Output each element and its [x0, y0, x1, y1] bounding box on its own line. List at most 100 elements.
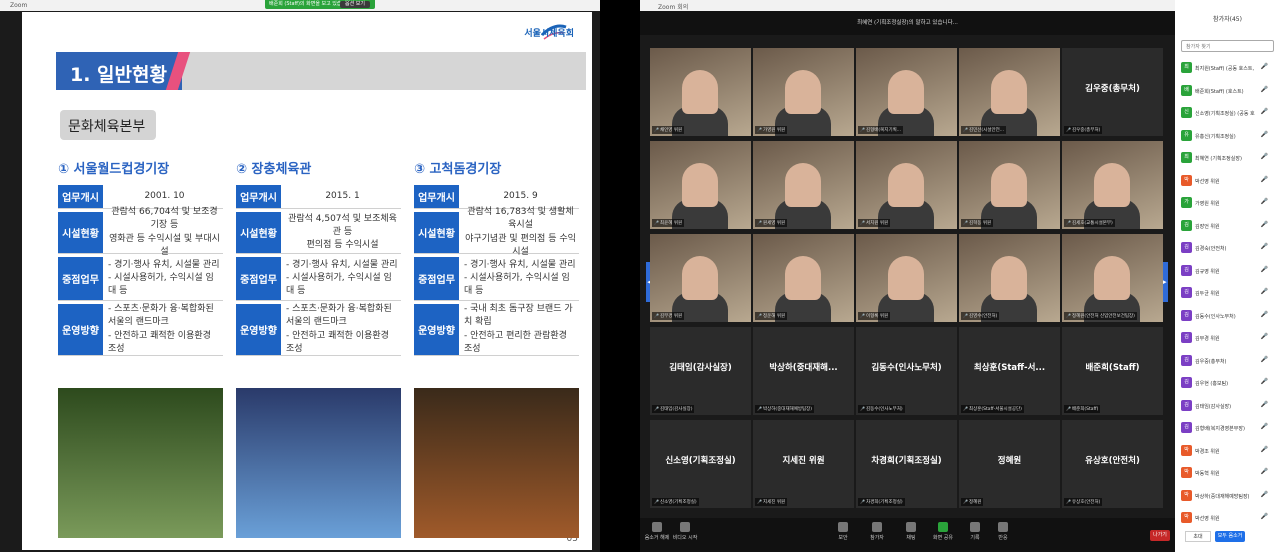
avatar: 김	[1181, 287, 1192, 298]
participant-tile[interactable]: 원세영 위원	[753, 141, 854, 229]
mic-muted-icon[interactable]: 🎤	[1261, 311, 1268, 318]
participant-item[interactable]: 최최지원(Staff) (공동 호스트, 나) 🎤	[1181, 60, 1276, 77]
participant-item[interactable]: 김 김규영 위원 🎤	[1181, 263, 1276, 280]
mic-muted-icon[interactable]: 🎤	[1261, 513, 1268, 520]
person-head	[682, 163, 718, 207]
mic-muted-icon[interactable]: 🎤	[1261, 288, 1268, 295]
share-screen-button[interactable]: 화면 공유	[930, 522, 956, 541]
participant-tile[interactable]: 차경희(기획조정실) 차경희(기획조정실)	[856, 420, 957, 508]
participant-search-input[interactable]: 참가자 찾기	[1181, 40, 1274, 52]
participant-item[interactable]: 김 김우현 (홍보팀) 🎤	[1181, 375, 1276, 392]
participant-tile[interactable]: 박상하(중대재해... 박상하(중대재해예방팀장)	[753, 327, 854, 415]
participant-tile[interactable]: 정혜원정혜원	[959, 420, 1060, 508]
mic-muted-icon[interactable]: 🎤	[1261, 333, 1268, 340]
mic-muted-icon[interactable]: 🎤	[1261, 63, 1268, 70]
mic-muted-icon[interactable]: 🎤	[1261, 378, 1268, 385]
participant-tile[interactable]: 유상호(안전처) 유상호(안전처)	[1062, 420, 1163, 508]
participant-tile[interactable]: 김영수(안전처)	[959, 234, 1060, 322]
mic-muted-icon[interactable]: 🎤	[1261, 401, 1268, 408]
participant-tile[interactable]: 김우중(총무처) 김우중(총무처)	[1062, 48, 1163, 136]
participant-tile[interactable]: 최윤혜 위원	[650, 141, 751, 229]
participant-item[interactable]: 박 박선영 위원 🎤	[1181, 510, 1276, 527]
venue-photo	[58, 388, 223, 538]
reactions-button[interactable]: 반응	[990, 522, 1016, 541]
participant-item[interactable]: 박 박동혁 위원 🎤	[1181, 465, 1276, 482]
avatar: 김	[1181, 219, 1192, 231]
mic-muted-icon[interactable]: 🎤	[1261, 221, 1268, 228]
participant-item[interactable]: 박 박선영 위원 🎤	[1181, 173, 1276, 190]
mic-muted-icon[interactable]: 🎤	[1261, 86, 1268, 93]
invite-button[interactable]: 초대	[1185, 531, 1211, 542]
participant-tile[interactable]: 신소영(기획조정실) 신소영(기획조정실)	[650, 420, 751, 508]
mic-muted-icon[interactable]: 🎤	[1261, 198, 1268, 205]
mic-muted-icon[interactable]: 🎤	[1261, 243, 1268, 250]
participant-tile[interactable]: 김태임(감사실장) 김태임(감사실장)	[650, 327, 751, 415]
mic-muted-icon[interactable]: 🎤	[1261, 446, 1268, 453]
participant-tile[interactable]: 정혜원(안전처 신입안전보건팀장)	[1062, 234, 1163, 322]
row-value: - 경기·행사 유치, 시설물 관리 - 시설사용허가, 수익시설 임대 등	[286, 259, 398, 297]
participant-item[interactable]: 김 김우중(총무처) 🎤	[1181, 353, 1276, 370]
avatar: 김	[1181, 309, 1192, 321]
row-key: 업무개시	[236, 185, 281, 208]
participant-item[interactable]: 김 김두균 위원 🎤	[1181, 285, 1276, 302]
participant-item[interactable]: 김 김동수(인사노무처) 🎤	[1181, 308, 1276, 325]
mute-all-button[interactable]: 모두 음소거	[1215, 531, 1245, 542]
participant-tile[interactable]: 서치원 위원	[856, 141, 957, 229]
participant-tile[interactable]: 지세진 위원지세진 위원	[753, 420, 854, 508]
participant-item[interactable]: 김 김형배(복지경영본부장) 🎤	[1181, 420, 1276, 437]
participant-item[interactable]: 박 박경조 위원 🎤	[1181, 443, 1276, 460]
participant-item[interactable]: 배 배준희(Staff) (호스트) 🎤	[1181, 83, 1276, 100]
participant-item[interactable]: 신신소영(기획조정실) (공동 호스트) 🎤	[1181, 105, 1276, 122]
participant-name: 김무경 위원	[1195, 336, 1220, 342]
participant-item[interactable]: 유 유홍신(기획조정실) 🎤	[1181, 128, 1276, 145]
mic-muted-icon[interactable]: 🎤	[1261, 131, 1268, 138]
participant-item[interactable]: 가 가영원 위원 🎤	[1181, 195, 1276, 212]
participant-tile[interactable]: 최상훈(Staff-서... 최상훈(Staff-서울시설공단)	[959, 327, 1060, 415]
participant-item[interactable]: 김 김장언 위원 🎤	[1181, 218, 1276, 235]
participant-tile[interactable]: 이형록 위원	[856, 234, 957, 322]
row-value: 관람석 66,704석 및 보조경기장 등 영화관 등 수익시설 및 부대시설	[109, 207, 220, 257]
tile-label: 차경희(기획조정실)	[858, 498, 905, 506]
mic-muted-icon[interactable]: 🎤	[1261, 423, 1268, 430]
participant-item[interactable]: 박 박상하(중대재해예방팀장) 🎤	[1181, 488, 1276, 505]
participant-tile[interactable]: 김무경 위원	[650, 234, 751, 322]
leave-button[interactable]: 나가기	[1150, 530, 1170, 541]
participant-tile[interactable]: 김형배(복지기획...	[856, 48, 957, 136]
mute-button[interactable]: 음소거 해제	[644, 522, 670, 541]
video-button[interactable]: 비디오 시작	[672, 522, 698, 541]
mic-muted-icon[interactable]: 🎤	[1261, 356, 1268, 363]
mic-muted-icon[interactable]: 🎤	[1261, 491, 1268, 498]
row-key: 시설현황	[236, 212, 281, 253]
mic-muted-icon[interactable]: 🎤	[1261, 153, 1268, 160]
participant-tile[interactable]: 채인영 위원	[650, 48, 751, 136]
venue-row: 업무개시 2001. 10	[58, 185, 223, 209]
venue-title: ① 서울월드컵경기장	[58, 162, 170, 177]
view-options-button[interactable]: 옵션 보기	[340, 1, 370, 8]
tile-label: 가영원 위원	[755, 126, 788, 134]
person-head	[785, 70, 821, 114]
participant-tile[interactable]: 김혁동 위원	[959, 141, 1060, 229]
venue-info-table: 업무개시 2001. 10 시설현황 관람석 66,704석 및 보조경기장 등 영화…	[58, 185, 228, 385]
person-head	[888, 256, 924, 300]
mic-muted-icon[interactable]: 🎤	[1261, 468, 1268, 475]
participant-tile[interactable]: 정운해 위원	[753, 234, 854, 322]
chat-button[interactable]: 채팅	[898, 522, 924, 541]
mic-muted-icon[interactable]: 🎤	[1261, 108, 1268, 115]
participant-tile[interactable]: 가영원 위원	[753, 48, 854, 136]
person-head	[785, 256, 821, 300]
participant-tile[interactable]: 배준희(Staff) 배준희(Staff)	[1062, 327, 1163, 415]
mic-muted-icon[interactable]: 🎤	[1261, 266, 1268, 273]
participant-item[interactable]: 김 김태임(감사실장) 🎤	[1181, 398, 1276, 415]
security-button[interactable]: 보안	[830, 522, 856, 541]
participant-item[interactable]: 김 김무경 위원 🎤	[1181, 330, 1276, 347]
mic-muted-icon[interactable]: 🎤	[1261, 176, 1268, 183]
participant-tile[interactable]: 김동수(인사노무처) 김동수(인사노무처)	[856, 327, 957, 415]
participant-tile[interactable]: 김민선(시설안전...	[959, 48, 1060, 136]
person-head	[1094, 163, 1130, 207]
participant-tile[interactable]: 김세호(교통시설본부)	[1062, 141, 1163, 229]
avatar: 김	[1181, 242, 1192, 253]
participants-button[interactable]: 참가자	[864, 522, 890, 541]
record-button[interactable]: 기록	[962, 522, 988, 541]
participant-item[interactable]: 김 김경숙(안전처) 🎤	[1181, 240, 1276, 257]
participant-item[interactable]: 최 최혜연 (기획조정실장) 🎤	[1181, 150, 1276, 167]
